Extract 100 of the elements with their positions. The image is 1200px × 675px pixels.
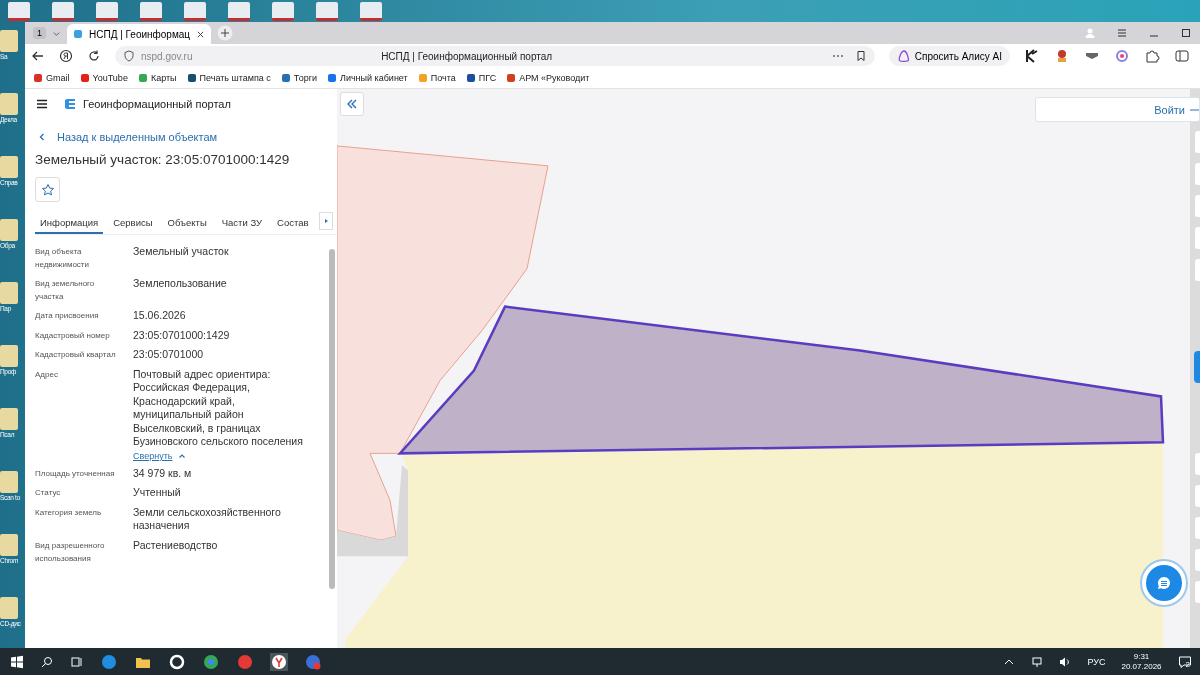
field-label: Статус xyxy=(35,487,62,499)
desktop-file-icon[interactable] xyxy=(228,2,250,21)
bookmark-link[interactable]: Печать штампа с xyxy=(186,73,271,83)
desktop-file-icon[interactable] xyxy=(272,2,294,21)
field-value: 15.06.2026 xyxy=(133,309,187,323)
new-tab-icon[interactable] xyxy=(217,25,234,41)
field-label: Дата присвоения xyxy=(35,310,100,322)
info-tab[interactable]: Объекты xyxy=(162,212,212,234)
bookmark-icon[interactable] xyxy=(854,50,867,62)
task-view-icon[interactable] xyxy=(70,654,84,669)
field-value: 23:05:0701000:1429 xyxy=(133,328,231,342)
map-tool-button[interactable] xyxy=(1194,351,1200,383)
back-icon[interactable] xyxy=(31,49,45,63)
desktop-file-icon[interactable] xyxy=(52,2,74,21)
info-tab[interactable]: Информация xyxy=(35,212,104,234)
bookmark-favicon xyxy=(79,73,90,83)
messenger-app-icon[interactable] xyxy=(304,652,322,671)
field-label: Площадь уточненная xyxy=(35,467,116,480)
field-value: Учтенный xyxy=(133,486,182,500)
notification-count: 2 xyxy=(1185,660,1190,669)
desktop-file-icon[interactable] xyxy=(96,2,118,21)
bookmark-link[interactable]: Почта xyxy=(417,73,456,83)
clock-date: 20.07.2026 xyxy=(1121,661,1162,672)
portal-name: Геоинформационный портал xyxy=(83,98,231,110)
bookmark-favicon xyxy=(465,73,476,83)
bookmark-link[interactable]: ПГС xyxy=(465,73,497,83)
field-value: 23:05:0701000 xyxy=(133,348,205,362)
network-icon[interactable] xyxy=(1031,655,1044,668)
desktop-file-icon[interactable] xyxy=(184,2,206,21)
field-value: Почтовый адрес ориентира: Российская Федерация, Краснодарский край, муниципальный район Выселковский, в границах Бузиновского сельского поселения xyxy=(133,367,304,449)
info-tab[interactable]: Сервисы xyxy=(108,212,158,234)
next-tab-button[interactable] xyxy=(318,212,333,230)
bookmark-favicon xyxy=(280,73,291,83)
collapse-link[interactable]: Свернуть xyxy=(133,450,187,461)
ask-alice-button[interactable]: Спросить Алису AI xyxy=(888,46,1010,66)
field-label: Кадастровый номер xyxy=(35,329,111,342)
bookmark-favicon xyxy=(506,73,517,83)
extension-icon[interactable] xyxy=(1024,48,1040,64)
info-tab[interactable]: Части ЗУ xyxy=(216,212,268,234)
tab-count[interactable]: 1 xyxy=(33,27,46,39)
desktop-file-icon[interactable] xyxy=(140,2,162,21)
selected-parcel-shape[interactable] xyxy=(397,305,1165,455)
reload-icon[interactable] xyxy=(87,49,101,63)
bookmark-link[interactable]: YouTube xyxy=(79,73,128,83)
chat-icon xyxy=(1156,575,1172,591)
bookmark-favicon xyxy=(186,73,197,83)
collapse-panel-button[interactable] xyxy=(340,92,364,116)
bookmark-favicon xyxy=(417,73,428,83)
land-parcel-shape[interactable] xyxy=(337,145,549,541)
field-label: Вид разрешенного использования xyxy=(35,539,106,565)
field-label: Категория земель xyxy=(35,506,103,519)
field-value: Землепользование xyxy=(133,277,228,291)
bookmark-link[interactable]: Торги xyxy=(280,73,317,83)
bookmark-link[interactable]: Gmail xyxy=(33,73,70,83)
field-value: 34 979 кв. м xyxy=(133,466,193,480)
clock-time: 9:31 xyxy=(1133,651,1150,662)
field-value: Земли сельскохозяйственного назначения xyxy=(133,505,282,533)
url-text: nspd.gov.ru xyxy=(141,50,193,62)
address-bar[interactable]: nspd.gov.ru НСПД | Геоинформационный портал xyxy=(115,46,875,66)
back-link[interactable]: Назад к выделенным объектам xyxy=(35,131,337,143)
shield-icon xyxy=(123,50,135,62)
volume-icon[interactable] xyxy=(1059,655,1072,668)
maximize-icon[interactable] xyxy=(1180,27,1192,39)
notifications-button[interactable]: 2 xyxy=(1177,654,1190,669)
sidebar-icon[interactable] xyxy=(1174,48,1190,64)
page-title: НСПД | Геоинформационный портал xyxy=(380,50,554,62)
menu-icon[interactable] xyxy=(35,97,49,111)
bookmark-link[interactable]: Карты xyxy=(137,73,177,83)
login-button[interactable]: Войти xyxy=(1035,97,1200,122)
app-icon[interactable] xyxy=(168,652,186,671)
browser-logo-icon[interactable] xyxy=(59,49,73,63)
bookmark-favicon xyxy=(326,73,337,83)
chevron-left-icon xyxy=(37,132,47,142)
favorite-button[interactable] xyxy=(35,177,60,202)
site-favicon xyxy=(73,29,83,39)
puzzle-icon[interactable] xyxy=(1144,48,1160,64)
object-title: Земельный участок: 23:05:0701000:1429 xyxy=(35,152,291,167)
search-icon[interactable] xyxy=(40,654,54,669)
bookmark-link[interactable]: АРМ «Руководит xyxy=(506,73,590,83)
browser-tab[interactable]: НСПД | Геоинформац xyxy=(67,24,212,44)
field-value: Земельный участок xyxy=(133,245,230,259)
close-icon[interactable] xyxy=(196,29,206,39)
language-indicator[interactable]: РУС xyxy=(1087,656,1106,667)
field-label: Кадастровый квартал xyxy=(35,349,117,361)
field-label: Адрес xyxy=(35,368,59,381)
desktop-file-icon[interactable] xyxy=(360,2,382,21)
notification-icon xyxy=(1177,654,1192,669)
triangle-icon xyxy=(896,49,911,63)
field-value: Растениеводство xyxy=(133,538,219,552)
info-tab[interactable]: Состав xyxy=(272,212,314,234)
portal-logo-icon xyxy=(63,97,77,111)
bookmark-favicon xyxy=(137,73,148,83)
field-label: Вид объекта недвижимости xyxy=(35,246,90,271)
scrollbar-thumb[interactable] xyxy=(329,249,335,589)
desktop-file-icon[interactable] xyxy=(316,2,338,21)
bookmark-favicon xyxy=(33,73,43,83)
desktop-file-icon[interactable] xyxy=(8,2,30,21)
bookmark-link[interactable]: Личный кабинет xyxy=(326,73,408,83)
double-chevron-left-icon xyxy=(346,98,358,110)
start-icon[interactable] xyxy=(10,654,24,669)
